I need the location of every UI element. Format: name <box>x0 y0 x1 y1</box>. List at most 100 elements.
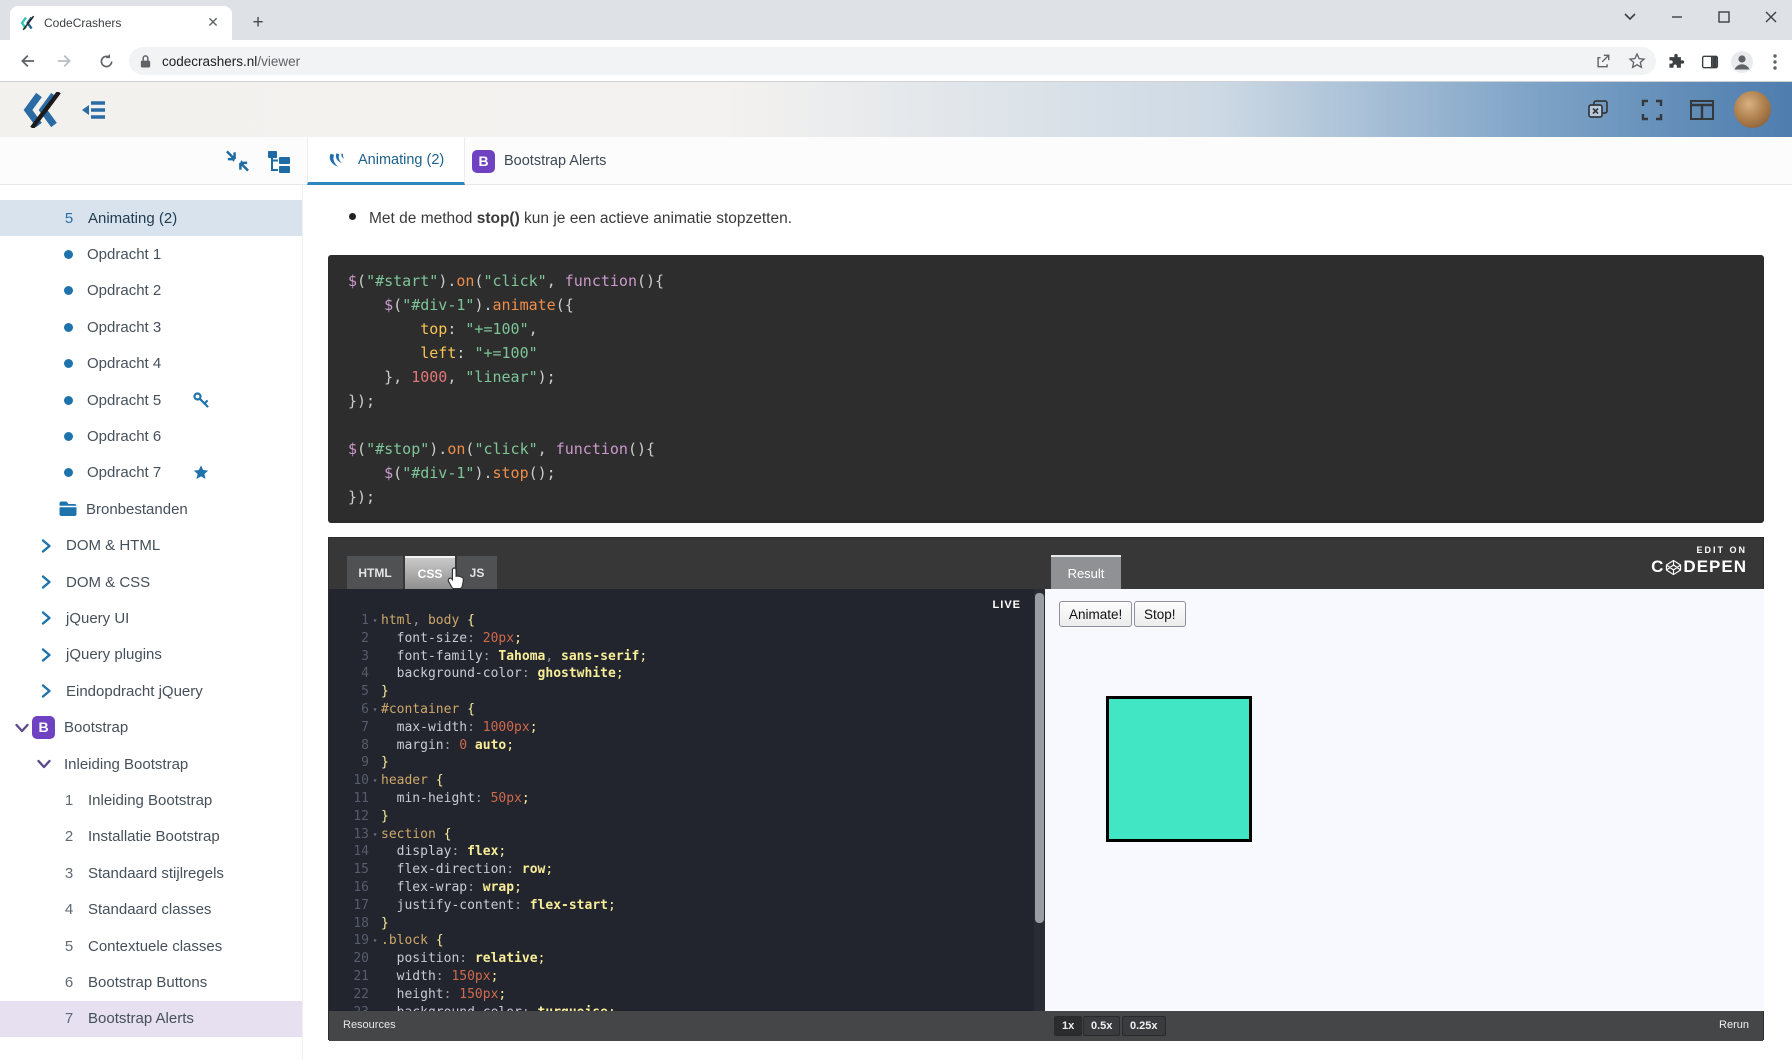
bootstrap-badge-icon: B <box>32 716 55 739</box>
sidebar-item-opdracht-3[interactable]: Opdracht 3 <box>0 309 302 345</box>
speed-05x-button[interactable]: 0.5x <box>1083 1016 1120 1036</box>
app-header <box>0 82 1792 137</box>
sidebar-item-label: Standaard stijlregels <box>88 865 224 882</box>
back-icon[interactable] <box>12 47 40 75</box>
sidebar-item-label: Bootstrap Buttons <box>88 974 207 991</box>
bullet-text: Met de method stop() kun je een actieve … <box>369 210 792 228</box>
sidebar-item-installatie-bootstrap[interactable]: 2Installatie Bootstrap <box>0 819 302 855</box>
code-line: top: "+=100", <box>348 317 1764 341</box>
code-line: 17 justify-content: flex-start; <box>329 897 1045 915</box>
animate-button[interactable]: Animate! <box>1059 601 1132 627</box>
tab-search-icon[interactable] <box>1607 0 1653 34</box>
sidebar-item-opdracht-7[interactable]: Opdracht 7 <box>0 455 302 491</box>
chevron-down-icon <box>36 756 52 772</box>
js-code-block: $("#start").on("click", function(){ $("#… <box>328 255 1764 523</box>
sidebar-item-standaard-classes[interactable]: 4Standaard classes <box>0 891 302 927</box>
chevron-down-icon <box>14 720 30 736</box>
menu-kebab-icon[interactable] <box>1762 49 1788 75</box>
code-line: 9} <box>329 754 1045 772</box>
sidebar-item-jquery-ui[interactable]: jQuery UI <box>0 600 302 636</box>
chevron-right-icon <box>38 610 54 626</box>
tree-view-icon[interactable] <box>266 149 292 175</box>
speed-1x-button[interactable]: 1x <box>1054 1016 1082 1036</box>
sidebar-item-inleiding-bootstrap[interactable]: Inleiding Bootstrap <box>0 746 302 782</box>
css-editor[interactable]: 1▾html, body {2 font-size: 20px;3 font-f… <box>329 589 1045 1011</box>
tab-bootstrap-alerts[interactable]: B Bootstrap Alerts <box>452 137 626 185</box>
chevron-right-icon <box>38 538 54 554</box>
sidebar-item-opdracht-4[interactable]: Opdracht 4 <box>0 346 302 382</box>
code-line: 4 background-color: ghostwhite; <box>329 665 1045 683</box>
side-panel-icon[interactable] <box>1697 49 1723 75</box>
close-all-windows-icon[interactable] <box>1584 96 1612 124</box>
star-icon <box>192 464 210 482</box>
browser-tab[interactable]: CodeCrashers ✕ <box>10 6 232 40</box>
window-close-button[interactable] <box>1748 0 1792 34</box>
tab-bootstrap-alerts-label: Bootstrap Alerts <box>504 153 606 169</box>
sidebar-item-opdracht-1[interactable]: Opdracht 1 <box>0 236 302 272</box>
chevron-right-icon <box>38 574 54 590</box>
code-line: 3 font-family: Tahoma, sans-serif; <box>329 648 1045 666</box>
chapter-number: 3 <box>58 865 80 882</box>
lesson-content: Met de method stop() kun je een actieve … <box>303 185 1792 1060</box>
resources-link[interactable]: Resources <box>343 1019 396 1031</box>
collapse-sidebar-icon[interactable] <box>80 96 108 124</box>
code-line: left: "+=100" <box>348 341 1764 365</box>
stop-button[interactable]: Stop! <box>1134 601 1186 627</box>
browser-titlebar: CodeCrashers ✕ + <box>0 0 1792 40</box>
profile-avatar-icon[interactable] <box>1729 49 1755 75</box>
sidebar-item-dom-html[interactable]: DOM & HTML <box>0 528 302 564</box>
sidebar-item-label: DOM & CSS <box>66 574 150 591</box>
sidebar-item-bootstrap-alerts[interactable]: 7Bootstrap Alerts <box>0 1001 302 1037</box>
sidebar-item-label: Opdracht 4 <box>87 355 161 372</box>
speed-025x-button[interactable]: 0.25x <box>1122 1016 1166 1036</box>
sidebar-item-bronbestanden[interactable]: Bronbestanden <box>0 491 302 527</box>
editor-scrollbar[interactable] <box>1034 589 1045 1011</box>
fullscreen-icon[interactable] <box>1638 96 1666 124</box>
sidebar-item-jquery-plugins[interactable]: jQuery plugins <box>0 637 302 673</box>
sidebar-item-inleiding-bootstrap[interactable]: 1Inleiding Bootstrap <box>0 782 302 818</box>
sidebar-item-opdracht-2[interactable]: Opdracht 2 <box>0 273 302 309</box>
sidebar-item-animating-2-[interactable]: 5Animating (2) <box>0 200 302 236</box>
bullet-icon <box>64 396 73 405</box>
codepen-tab-html[interactable]: HTML <box>347 556 403 589</box>
sidebar-item-label: Eindopdracht jQuery <box>66 683 203 700</box>
codecrashers-logo[interactable] <box>22 90 64 130</box>
sidebar-item-label: Opdracht 6 <box>87 428 161 445</box>
rerun-button[interactable]: Rerun <box>1719 1019 1749 1031</box>
forward-icon[interactable] <box>52 47 80 75</box>
sidebar-item-bootstrap-buttons[interactable]: 6Bootstrap Buttons <box>0 964 302 1000</box>
extensions-puzzle-icon[interactable] <box>1663 49 1689 75</box>
window-maximize-button[interactable] <box>1701 0 1747 34</box>
share-icon[interactable] <box>1594 52 1612 70</box>
edit-on-label: EDIT ON <box>1651 545 1747 555</box>
sidebar-item-opdracht-6[interactable]: Opdracht 6 <box>0 418 302 454</box>
tab-animating[interactable]: Animating (2) <box>307 137 465 185</box>
code-line: 14 display: flex; <box>329 843 1045 861</box>
code-line: 16 flex-wrap: wrap; <box>329 879 1045 897</box>
collapse-all-icon[interactable] <box>225 149 251 175</box>
reload-icon[interactable] <box>92 47 120 75</box>
address-bar[interactable]: codecrashers.nl/viewer <box>129 47 1656 75</box>
sidebar-item-bootstrap[interactable]: BBootstrap <box>0 709 302 745</box>
tab-close-icon[interactable]: ✕ <box>204 14 222 32</box>
new-tab-button[interactable]: + <box>246 11 270 35</box>
user-avatar[interactable] <box>1734 91 1771 128</box>
split-view-icon[interactable] <box>1688 96 1716 124</box>
mouse-cursor <box>446 566 468 597</box>
code-line: }, 1000, "linear"); <box>348 365 1764 389</box>
sidebar-item-contextuele-classes[interactable]: 5Contextuele classes <box>0 928 302 964</box>
sidebar-item-dom-css[interactable]: DOM & CSS <box>0 564 302 600</box>
codepen-result-button[interactable]: Result <box>1051 555 1121 589</box>
sidebar-item-opdracht-5[interactable]: Opdracht 5 <box>0 382 302 418</box>
bullet-icon <box>64 323 73 332</box>
chapter-number: 1 <box>58 792 80 809</box>
workspace-tabbar: Animating (2) B Bootstrap Alerts <box>0 137 1792 185</box>
sidebar-item-eindopdracht-jquery[interactable]: Eindopdracht jQuery <box>0 673 302 709</box>
sidebar-item-standaard-stijlregels[interactable]: 3 Standaard stijlregels <box>0 855 302 891</box>
sidebar-item-label: Contextuele classes <box>88 938 222 955</box>
window-minimize-button[interactable] <box>1654 0 1700 34</box>
editor-scrollbar-thumb[interactable] <box>1035 593 1044 923</box>
codepen-brand[interactable]: EDIT ON C DEPEN <box>1651 545 1747 577</box>
code-line: 6▾#container { <box>329 701 1045 719</box>
bookmark-star-icon[interactable] <box>1628 52 1646 70</box>
